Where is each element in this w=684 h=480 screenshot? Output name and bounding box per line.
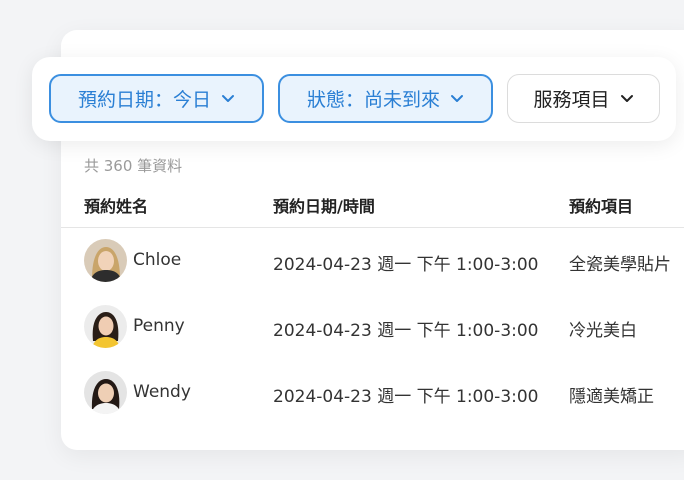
filter-date-dropdown[interactable]: 預約日期：今日 [49,74,264,123]
row-service: 隱適美矯正 [569,387,654,407]
filter-service-dropdown[interactable]: 服務項目 [507,74,660,123]
row-name: Penny [133,316,185,336]
filter-date-label: 預約日期：今日 [77,89,211,111]
filter-bar: 預約日期：今日 狀態：尚未到來 服務項目 [32,57,676,141]
chevron-down-icon [221,94,235,103]
filter-service-label: 服務項目 [533,89,610,111]
row-name: Wendy [133,382,191,402]
avatar [84,371,127,414]
filter-status-label: 狀態：尚未到來 [306,89,440,111]
row-name: Chloe [133,250,182,270]
column-header-datetime: 預約日期/時間 [273,197,375,216]
avatar [84,239,127,282]
row-datetime: 2024-04-23 週一 下午 1:00-3:00 [273,321,539,341]
table-row[interactable]: Wendy 2024-04-23 週一 下午 1:00-3:00 隱適美矯正 [0,371,684,415]
column-header-service: 預約項目 [569,197,634,216]
chevron-down-icon [450,94,464,103]
column-header-name: 預約姓名 [84,197,149,216]
table-row[interactable]: Chloe 2024-04-23 週一 下午 1:00-3:00 全瓷美學貼片 [0,239,684,283]
header-divider [61,227,684,228]
table-row[interactable]: Penny 2024-04-23 週一 下午 1:00-3:00 冷光美白 [0,305,684,349]
record-count: 共 360 筆資料 [84,157,183,175]
row-datetime: 2024-04-23 週一 下午 1:00-3:00 [273,255,539,275]
row-datetime: 2024-04-23 週一 下午 1:00-3:00 [273,387,539,407]
row-service: 全瓷美學貼片 [569,255,671,275]
row-service: 冷光美白 [569,321,637,341]
avatar [84,305,127,348]
filter-status-dropdown[interactable]: 狀態：尚未到來 [278,74,493,123]
chevron-down-icon [620,94,634,103]
